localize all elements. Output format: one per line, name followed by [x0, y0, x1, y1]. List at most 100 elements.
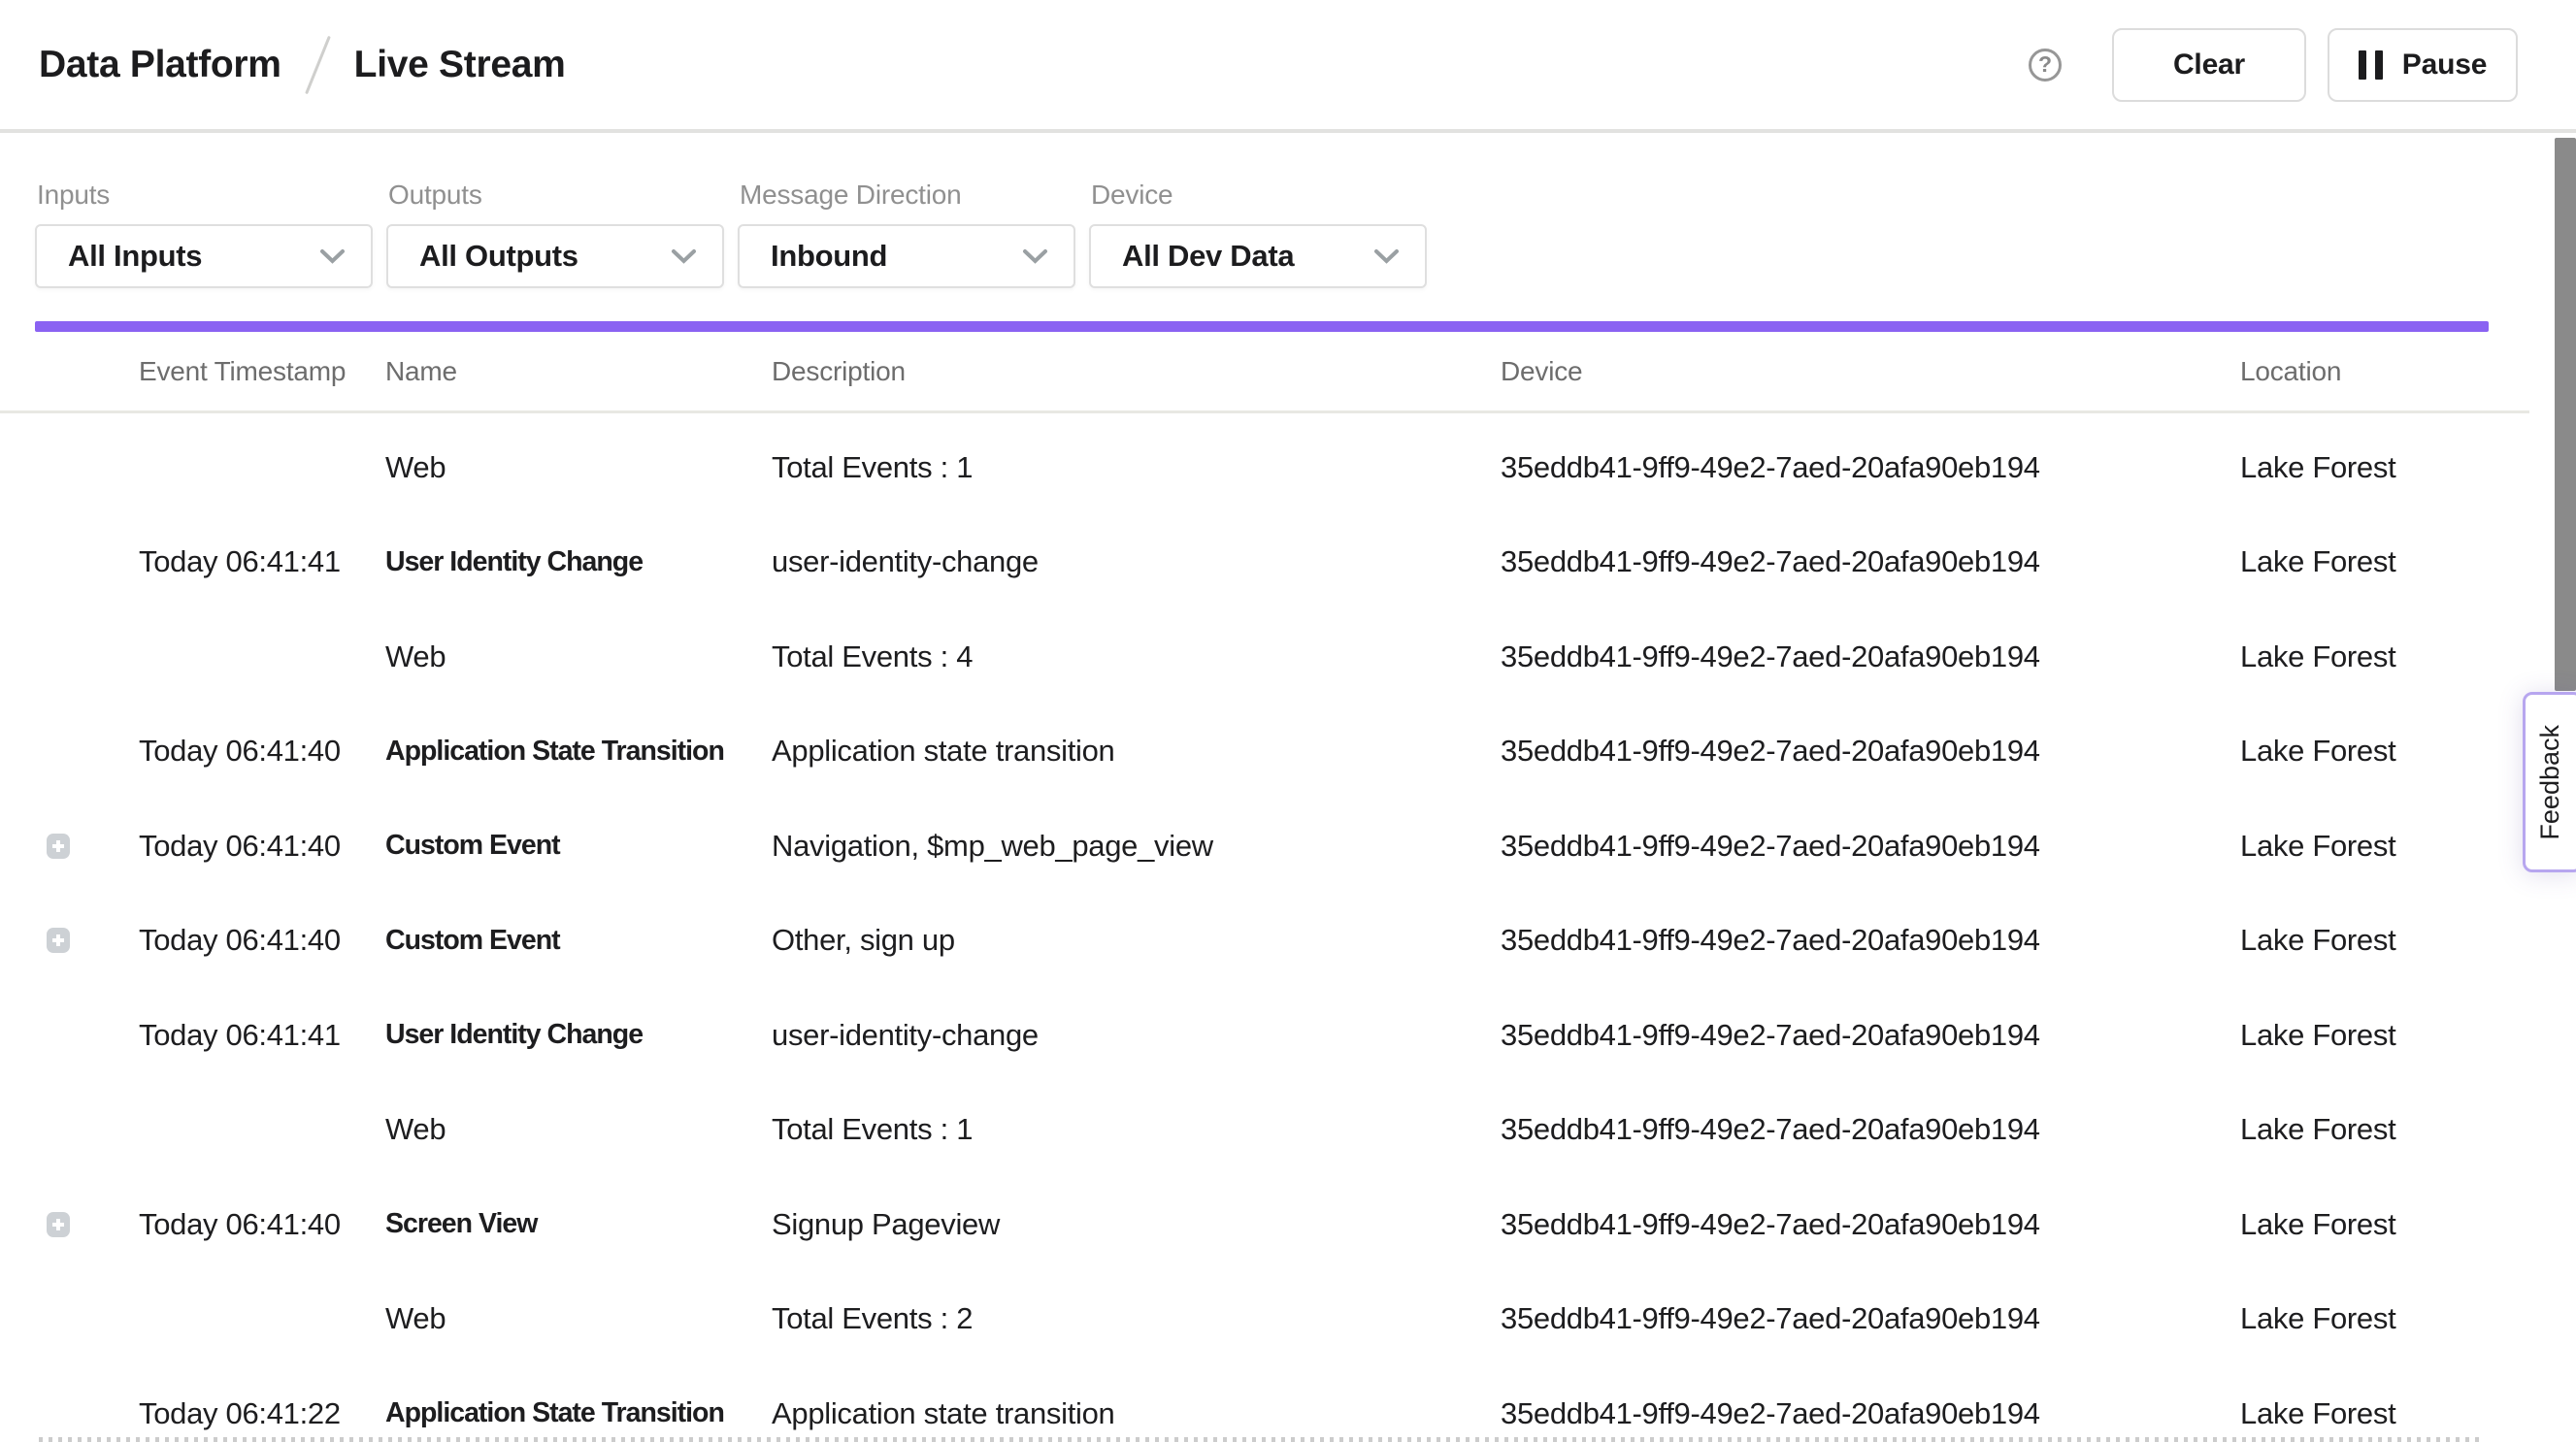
pause-button-label: Pause — [2402, 49, 2487, 82]
event-name-cell: Application State Transition — [385, 1397, 772, 1429]
location-cell: Lake Forest — [2240, 639, 2529, 674]
breadcrumb-separator-icon — [305, 35, 331, 93]
device-cell: 35eddb41-9ff9-49e2-7aed-20afa90eb194 — [1501, 1396, 2240, 1431]
event-timestamp-cell: Today 06:41:22 — [139, 1396, 385, 1431]
event-name-cell: Custom Event — [385, 925, 772, 957]
outputs-filter-label: Outputs — [388, 180, 724, 211]
device-cell: 35eddb41-9ff9-49e2-7aed-20afa90eb194 — [1501, 639, 2240, 674]
location-cell: Lake Forest — [2240, 1396, 2529, 1431]
event-row[interactable]: Today 06:41:40 Screen View Signup Pagevi… — [0, 1177, 2529, 1272]
event-description-cell: Total Events : 2 — [772, 1301, 1501, 1336]
event-description-cell: Navigation, $mp_web_page_view — [772, 829, 1501, 864]
help-icon[interactable]: ? — [2029, 49, 2062, 82]
event-row[interactable]: Today 06:41:40 Custom Event Navigation, … — [0, 799, 2529, 894]
device-filter-value: All Dev Data — [1122, 239, 1294, 274]
event-name-cell: Application State Transition — [385, 736, 772, 768]
message-direction-filter-label: Message Direction — [740, 180, 1075, 211]
device-cell: 35eddb41-9ff9-49e2-7aed-20afa90eb194 — [1501, 1018, 2240, 1053]
device-cell: 35eddb41-9ff9-49e2-7aed-20afa90eb194 — [1501, 923, 2240, 958]
outputs-filter: Outputs All Outputs — [386, 180, 724, 288]
location-cell: Lake Forest — [2240, 450, 2529, 485]
outputs-filter-select[interactable]: All Outputs — [386, 224, 724, 288]
device-cell: 35eddb41-9ff9-49e2-7aed-20afa90eb194 — [1501, 450, 2240, 485]
device-filter: Device All Dev Data — [1089, 180, 1427, 288]
event-row[interactable]: Web Total Events : 1 35eddb41-9ff9-49e2-… — [0, 1083, 2529, 1178]
clipped-next-row — [39, 1437, 2485, 1442]
event-row[interactable]: Today 06:41:40 Custom Event Other, sign … — [0, 894, 2529, 989]
message-direction-filter: Message Direction Inbound — [738, 180, 1075, 288]
pause-button[interactable]: Pause — [2328, 28, 2518, 102]
inputs-filter-label: Inputs — [37, 180, 373, 211]
feedback-tab-label: Feedback — [2535, 725, 2565, 840]
event-row[interactable]: Web Total Events : 4 35eddb41-9ff9-49e2-… — [0, 609, 2529, 705]
device-filter-label: Device — [1091, 180, 1427, 211]
expand-row-button[interactable] — [47, 1212, 70, 1237]
device-cell: 35eddb41-9ff9-49e2-7aed-20afa90eb194 — [1501, 1301, 2240, 1336]
event-name-cell: Web — [385, 1301, 772, 1336]
column-header-description: Description — [772, 356, 1501, 387]
event-row[interactable]: Today 06:41:40 Application State Transit… — [0, 705, 2529, 800]
location-cell: Lake Forest — [2240, 1112, 2529, 1147]
filters-bar: Inputs All Inputs Outputs All Outputs Me… — [0, 133, 2576, 288]
column-header-event-timestamp: Event Timestamp — [139, 356, 385, 387]
chevron-down-icon — [671, 248, 697, 265]
event-timestamp-cell: Today 06:41:41 — [139, 544, 385, 579]
chat-launcher-button[interactable] — [2553, 1417, 2576, 1442]
device-cell: 35eddb41-9ff9-49e2-7aed-20afa90eb194 — [1501, 1207, 2240, 1242]
column-header-name: Name — [385, 356, 772, 387]
event-description-cell: user-identity-change — [772, 1018, 1501, 1053]
event-row[interactable]: Web Total Events : 2 35eddb41-9ff9-49e2-… — [0, 1272, 2529, 1367]
scrollbar-thumb[interactable] — [2555, 138, 2576, 691]
event-timestamp-cell: Today 06:41:40 — [139, 734, 385, 769]
event-row[interactable]: Today 06:41:22 Application State Transit… — [0, 1366, 2529, 1442]
event-row[interactable]: Web Total Events : 1 35eddb41-9ff9-49e2-… — [0, 420, 2529, 515]
event-name-cell: Web — [385, 1112, 772, 1147]
inputs-filter-value: All Inputs — [68, 239, 202, 274]
event-row[interactable]: Today 06:41:41 User Identity Change user… — [0, 988, 2529, 1083]
location-cell: Lake Forest — [2240, 1207, 2529, 1242]
event-name-cell: Web — [385, 450, 772, 485]
clear-button[interactable]: Clear — [2112, 28, 2306, 102]
message-direction-filter-select[interactable]: Inbound — [738, 224, 1075, 288]
message-direction-filter-value: Inbound — [771, 239, 887, 274]
event-name-cell: User Identity Change — [385, 1019, 772, 1051]
events-table: Event Timestamp Name Description Device … — [0, 332, 2529, 1442]
event-timestamp-cell: Today 06:41:41 — [139, 1018, 385, 1053]
chevron-down-icon — [1373, 248, 1400, 265]
breadcrumb: Data Platform Live Stream — [39, 34, 565, 96]
event-name-cell: Custom Event — [385, 830, 772, 862]
event-description-cell: Total Events : 4 — [772, 639, 1501, 674]
inputs-filter: Inputs All Inputs — [35, 180, 373, 288]
chevron-down-icon — [1022, 248, 1048, 265]
event-description-cell: Signup Pageview — [772, 1207, 1501, 1242]
event-description-cell: Total Events : 1 — [772, 1112, 1501, 1147]
event-name-cell: User Identity Change — [385, 546, 772, 578]
stream-progress-bar — [35, 321, 2489, 332]
page-header: Data Platform Live Stream ? Clear Pause — [0, 0, 2576, 133]
expand-row-button[interactable] — [47, 834, 70, 859]
event-timestamp-cell: Today 06:41:40 — [139, 923, 385, 958]
event-description-cell: Application state transition — [772, 1396, 1501, 1431]
inputs-filter-select[interactable]: All Inputs — [35, 224, 373, 288]
device-cell: 35eddb41-9ff9-49e2-7aed-20afa90eb194 — [1501, 829, 2240, 864]
breadcrumb-item-live-stream: Live Stream — [354, 44, 566, 86]
expand-row-button[interactable] — [47, 928, 70, 953]
event-description-cell: Application state transition — [772, 734, 1501, 769]
event-name-cell: Web — [385, 639, 772, 674]
device-filter-select[interactable]: All Dev Data — [1089, 224, 1427, 288]
device-cell: 35eddb41-9ff9-49e2-7aed-20afa90eb194 — [1501, 1112, 2240, 1147]
location-cell: Lake Forest — [2240, 1301, 2529, 1336]
column-header-device: Device — [1501, 356, 2240, 387]
location-cell: Lake Forest — [2240, 923, 2529, 958]
chevron-down-icon — [319, 248, 346, 265]
outputs-filter-value: All Outputs — [419, 239, 578, 274]
live-stream-page: Data Platform Live Stream ? Clear Pause … — [0, 0, 2576, 1442]
location-cell: Lake Forest — [2240, 1018, 2529, 1053]
feedback-tab[interactable]: Feedback — [2523, 692, 2576, 872]
event-description-cell: Other, sign up — [772, 923, 1501, 958]
event-row[interactable]: Today 06:41:41 User Identity Change user… — [0, 515, 2529, 610]
event-description-cell: user-identity-change — [772, 544, 1501, 579]
location-cell: Lake Forest — [2240, 829, 2529, 864]
breadcrumb-item-data-platform[interactable]: Data Platform — [39, 44, 281, 86]
device-cell: 35eddb41-9ff9-49e2-7aed-20afa90eb194 — [1501, 734, 2240, 769]
